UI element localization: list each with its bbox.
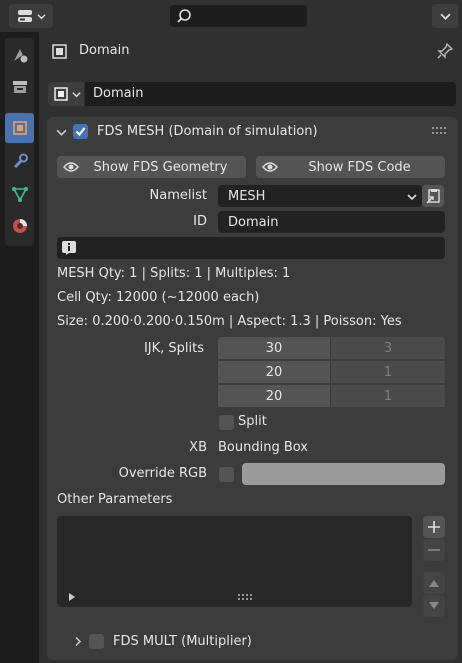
ijk-label: IJK, Splits xyxy=(143,341,204,356)
info-icon xyxy=(62,241,76,255)
add-item-button[interactable] xyxy=(423,516,445,538)
mult-enable-checkbox[interactable] xyxy=(89,634,104,649)
mesh-data-icon xyxy=(11,187,28,202)
override-rgb-color-swatch[interactable] xyxy=(242,463,445,485)
namelist-value: MESH xyxy=(228,189,266,204)
other-parameters-list[interactable] xyxy=(57,516,412,607)
split-j-value: 1 xyxy=(383,364,393,380)
tool-icon xyxy=(13,49,27,63)
chevron-down-icon xyxy=(439,13,451,20)
split-j-field[interactable]: 1 xyxy=(331,361,445,383)
chevron-down-icon xyxy=(407,194,417,201)
split-i-value: 3 xyxy=(383,340,393,356)
triangle-right-icon[interactable] xyxy=(68,593,76,601)
mult-panel-title: FDS MULT (Multiplier) xyxy=(113,634,252,649)
override-rgb-label: Override RGB xyxy=(118,466,207,481)
datablock-name: Domain xyxy=(93,86,144,101)
options-menu-button[interactable] xyxy=(432,4,458,28)
chevron-down-icon[interactable] xyxy=(56,127,67,138)
split-checkbox[interactable] xyxy=(219,415,234,430)
xb-label: XB xyxy=(189,440,207,455)
namelist-select[interactable]: MESH xyxy=(218,185,422,207)
search-icon xyxy=(177,9,191,23)
ijk-i-value: 30 xyxy=(265,340,283,356)
eye-icon xyxy=(262,162,278,172)
object-icon xyxy=(54,87,68,101)
ijk-grid: 30 3 20 1 20 1 xyxy=(218,337,445,409)
chevron-down-icon xyxy=(72,92,81,98)
tab-data[interactable] xyxy=(5,179,34,209)
ijk-i-field[interactable]: 30 xyxy=(218,337,330,359)
material-icon xyxy=(12,219,27,233)
paste-button[interactable] xyxy=(422,185,444,207)
override-rgb-checkbox[interactable] xyxy=(219,467,234,482)
header-title: Domain xyxy=(79,43,130,58)
tab-modifiers[interactable] xyxy=(5,146,34,176)
move-down-button[interactable] xyxy=(423,595,445,617)
properties-editor-icon xyxy=(17,10,32,22)
resize-grip-icon[interactable] xyxy=(238,594,252,600)
move-up-button[interactable] xyxy=(423,572,445,594)
stats-mesh-qty: MESH Qty: 1 | Splits: 1 | Multiples: 1 xyxy=(57,266,291,281)
stats-size: Size: 0.200·0.200·0.150m | Aspect: 1.3 |… xyxy=(57,314,402,329)
ijk-k-field[interactable]: 20 xyxy=(218,385,330,407)
show-fds-geometry-button[interactable]: Show FDS Geometry xyxy=(57,156,246,178)
chevron-down-icon xyxy=(36,13,46,19)
render-icon xyxy=(12,81,27,93)
pin-icon[interactable] xyxy=(436,42,454,60)
ijk-k-value: 20 xyxy=(265,388,283,404)
object-icon xyxy=(12,121,27,135)
wrench-icon xyxy=(13,153,28,169)
remove-item-button[interactable] xyxy=(423,539,445,561)
show-fds-code-button[interactable]: Show FDS Code xyxy=(256,156,445,178)
show-fds-code-label: Show FDS Code xyxy=(308,159,411,175)
datablock-name-field[interactable]: Domain xyxy=(85,82,456,106)
search-input[interactable] xyxy=(170,5,307,27)
show-fds-geometry-label: Show FDS Geometry xyxy=(93,159,228,175)
datablock-browse-button[interactable] xyxy=(48,82,84,106)
split-k-value: 1 xyxy=(383,388,393,404)
plus-icon xyxy=(428,521,440,533)
tab-render[interactable] xyxy=(5,72,34,102)
split-i-field[interactable]: 3 xyxy=(331,337,445,359)
other-parameters-label: Other Parameters xyxy=(57,492,173,507)
chevron-right-icon[interactable] xyxy=(73,636,83,647)
clipboard-paste-icon xyxy=(426,189,440,204)
tab-tool[interactable] xyxy=(5,40,34,70)
ijk-j-value: 20 xyxy=(265,364,283,380)
tab-material[interactable] xyxy=(5,211,34,241)
mesh-enable-checkbox[interactable] xyxy=(73,124,88,139)
id-label: ID xyxy=(193,214,207,229)
split-label: Split xyxy=(238,414,267,429)
namelist-label: Namelist xyxy=(149,188,207,203)
object-icon xyxy=(52,44,67,59)
editor-type-button[interactable] xyxy=(9,4,53,28)
ijk-j-field[interactable]: 20 xyxy=(218,361,330,383)
id-field[interactable]: Domain xyxy=(218,211,445,233)
triangle-down-icon xyxy=(429,602,439,609)
xb-value[interactable]: Bounding Box xyxy=(218,440,308,455)
minus-icon xyxy=(428,549,440,551)
eye-icon xyxy=(63,162,79,172)
tab-object[interactable] xyxy=(5,113,34,143)
id-value: Domain xyxy=(228,215,279,230)
drag-handle-icon[interactable] xyxy=(432,127,448,135)
check-icon xyxy=(75,127,86,137)
info-field[interactable] xyxy=(57,237,445,259)
triangle-up-icon xyxy=(429,580,439,587)
split-k-field[interactable]: 1 xyxy=(331,385,445,407)
mesh-panel-title: FDS MESH (Domain of simulation) xyxy=(97,124,318,139)
stats-cell-qty: Cell Qty: 12000 (~12000 each) xyxy=(57,290,260,305)
